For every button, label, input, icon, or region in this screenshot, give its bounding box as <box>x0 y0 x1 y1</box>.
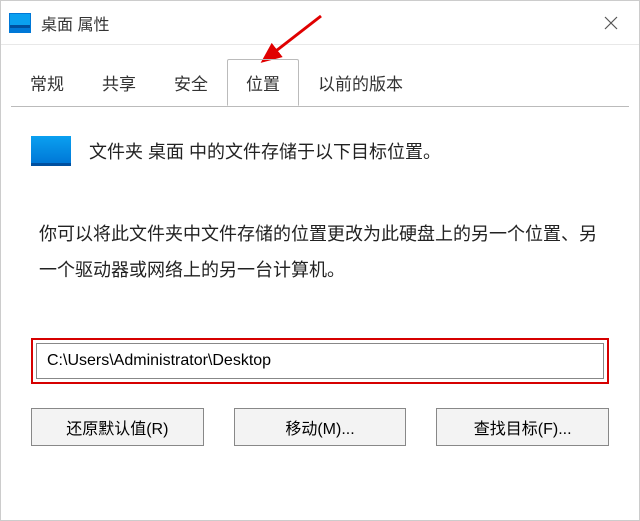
info-text: 你可以将此文件夹中文件存储的位置更改为此硬盘上的另一个位置、另一个驱动器或网络上… <box>39 216 601 288</box>
properties-window: 桌面 属性 常规 共享 安全 位置 以前的版本 文件夹 桌面 中的文件存储于以下… <box>0 0 640 521</box>
tab-bar: 常规 共享 安全 位置 以前的版本 <box>1 45 639 106</box>
tab-previous-versions[interactable]: 以前的版本 <box>299 59 422 106</box>
window-title: 桌面 属性 <box>41 11 591 35</box>
tab-general[interactable]: 常规 <box>11 59 83 106</box>
tab-location[interactable]: 位置 <box>227 59 299 106</box>
desktop-icon <box>9 13 31 33</box>
intro-row: 文件夹 桌面 中的文件存储于以下目标位置。 <box>31 136 609 166</box>
tab-security[interactable]: 安全 <box>155 59 227 106</box>
path-input[interactable] <box>36 343 604 379</box>
move-button[interactable]: 移动(M)... <box>234 408 407 446</box>
tab-sharing[interactable]: 共享 <box>83 59 155 106</box>
find-target-button[interactable]: 查找目标(F)... <box>436 408 609 446</box>
restore-defaults-button[interactable]: 还原默认值(R) <box>31 408 204 446</box>
close-icon[interactable] <box>591 3 631 43</box>
titlebar: 桌面 属性 <box>1 1 639 45</box>
button-row: 还原默认值(R) 移动(M)... 查找目标(F)... <box>31 408 609 446</box>
tab-content: 文件夹 桌面 中的文件存储于以下目标位置。 你可以将此文件夹中文件存储的位置更改… <box>1 106 639 466</box>
path-highlight-box <box>31 338 609 384</box>
intro-text: 文件夹 桌面 中的文件存储于以下目标位置。 <box>89 138 441 164</box>
desktop-folder-icon <box>31 136 71 166</box>
